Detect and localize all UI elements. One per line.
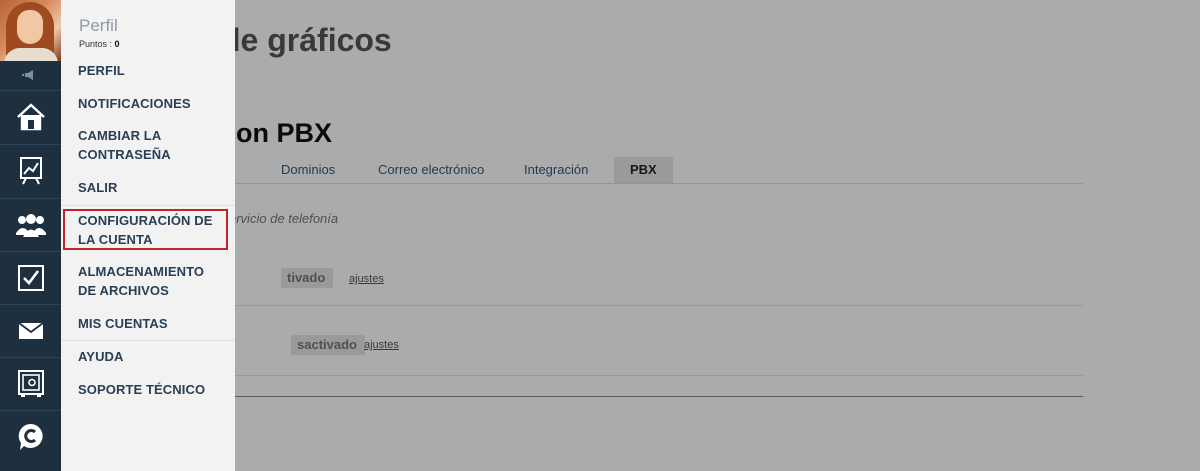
menu-header: Perfil Puntos : 0 (61, 0, 235, 56)
contacts-icon[interactable] (0, 198, 61, 251)
menu-item-mis-cuentas[interactable]: MIS CUENTAS (61, 314, 235, 333)
menu-item-ayuda[interactable]: AYUDA (61, 347, 235, 366)
menu-divider (61, 205, 235, 206)
menu-item-cambiar-contrasena[interactable]: CAMBIAR LA CONTRASEÑA (61, 126, 211, 164)
menu-item-perfil[interactable]: PERFIL (61, 61, 235, 80)
menu-item-soporte-tecnico[interactable]: SOPORTE TÉCNICO (61, 380, 235, 399)
menu-divider (61, 340, 235, 341)
menu-item-notificaciones[interactable]: NOTIFICACIONES (61, 94, 235, 113)
sidebar (0, 0, 61, 471)
safe-icon[interactable] (0, 357, 61, 410)
avatar[interactable] (0, 0, 61, 61)
chart-icon[interactable] (0, 144, 61, 197)
points-value: 0 (114, 39, 120, 49)
speaker-icon[interactable] (0, 61, 61, 89)
menu-item-almacenamiento-archivos[interactable]: ALMACENAMIENTO DE ARCHIVOS (61, 262, 226, 300)
points-label: Puntos : 0 (79, 39, 120, 49)
highlight-box (63, 209, 228, 250)
home-icon[interactable] (0, 90, 61, 143)
chat-icon[interactable] (0, 410, 61, 463)
menu-title: Perfil (79, 16, 118, 35)
tasks-icon[interactable] (0, 251, 61, 304)
menu-item-salir[interactable]: SALIR (61, 178, 235, 197)
mail-icon[interactable] (0, 304, 61, 357)
